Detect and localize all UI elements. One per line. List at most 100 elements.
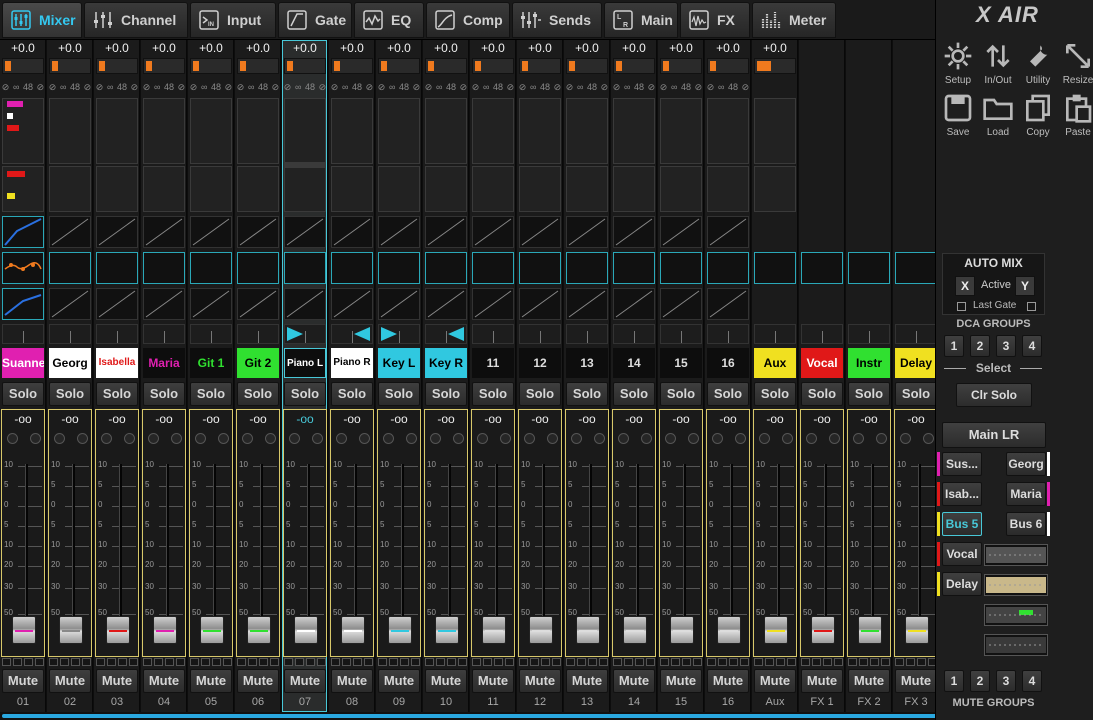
fader-area[interactable]: -oo 10 5 0 5 10 20 30 50	[1, 409, 45, 657]
insert-fx-box[interactable]	[378, 98, 420, 164]
fader-area[interactable]: -oo 10 5 0 5 10 20 30 50	[894, 409, 938, 657]
eq-graph[interactable]	[754, 252, 796, 284]
gain-value[interactable]: +0.0	[565, 40, 609, 56]
phase-icon[interactable]: ⊘	[378, 82, 386, 93]
fader-knob[interactable]	[341, 616, 365, 644]
link-icon[interactable]: ∞	[671, 82, 677, 92]
pan-control[interactable]	[331, 324, 373, 344]
channel-name[interactable]: Key L	[378, 348, 420, 378]
gate-graph[interactable]	[284, 216, 326, 248]
phantom-48v[interactable]: 48	[164, 82, 174, 92]
pan-control[interactable]	[613, 324, 655, 344]
fader-knob[interactable]	[717, 616, 741, 644]
fader-knob[interactable]	[106, 616, 130, 644]
channel-name[interactable]: 14	[613, 348, 655, 378]
fader-area[interactable]: -oo 10 5 0 5 10 20 30 50	[48, 409, 92, 657]
channel-name[interactable]: Git 2	[237, 348, 279, 378]
fader-knob[interactable]	[200, 616, 224, 644]
phantom-48v[interactable]: 48	[446, 82, 456, 92]
gain-value[interactable]: +0.0	[142, 40, 186, 56]
link-icon[interactable]: ∞	[154, 82, 160, 92]
comp-graph[interactable]	[331, 288, 373, 320]
eq-graph[interactable]	[143, 252, 185, 284]
link-icon[interactable]: ∞	[577, 82, 583, 92]
gain-value[interactable]: +0.0	[753, 40, 797, 56]
bus-send-box[interactable]	[190, 166, 232, 212]
fader-knob[interactable]	[153, 616, 177, 644]
phase-icon[interactable]: ⊘	[425, 82, 433, 93]
eq-graph[interactable]	[237, 252, 279, 284]
gain-value[interactable]: +0.0	[612, 40, 656, 56]
link-icon[interactable]: ∞	[248, 82, 254, 92]
eq-graph[interactable]	[801, 252, 843, 284]
fader-area[interactable]: -oo 10 5 0 5 10 20 30 50	[142, 409, 186, 657]
fader-area[interactable]: -oo 10 5 0 5 10 20 30 50	[659, 409, 703, 657]
phase-icon[interactable]: ⊘	[566, 82, 574, 93]
phase-icon[interactable]: ⊘	[284, 82, 292, 93]
eq-graph[interactable]	[284, 252, 326, 284]
fader-area[interactable]: -oo 10 5 0 5 10 20 30 50	[424, 409, 468, 657]
channel-name[interactable]: 13	[566, 348, 608, 378]
channel-name[interactable]: Vocal	[801, 348, 843, 378]
solo-button[interactable]: Solo	[472, 382, 514, 406]
last-gate-checkbox-left[interactable]	[957, 302, 966, 311]
comp-graph[interactable]	[2, 288, 44, 320]
pan-control[interactable]	[143, 324, 185, 344]
channel-name[interactable]: Piano L	[284, 348, 326, 378]
solo-button[interactable]: Solo	[2, 382, 44, 406]
pan-control[interactable]	[801, 324, 843, 344]
link-icon[interactable]: ∞	[483, 82, 489, 92]
tab-main[interactable]: L R Main	[604, 2, 678, 38]
eq-graph[interactable]	[660, 252, 702, 284]
bus-send-box[interactable]	[425, 166, 467, 212]
gain-value[interactable]: +0.0	[706, 40, 750, 56]
fader-knob[interactable]	[670, 616, 694, 644]
mute-group-button-2[interactable]: 2	[970, 670, 990, 692]
channel-name[interactable]: Instr	[848, 348, 890, 378]
fader-knob[interactable]	[905, 616, 929, 644]
eq-preset-thumbnail[interactable]	[984, 544, 1048, 566]
mute-button[interactable]: Mute	[143, 669, 185, 693]
gain-value[interactable]: +0.0	[95, 40, 139, 56]
mute-button[interactable]: Mute	[284, 669, 326, 693]
tool-utility[interactable]: Utility	[1018, 38, 1058, 88]
channel-name[interactable]: Git 1	[190, 348, 232, 378]
fader-knob[interactable]	[623, 616, 647, 644]
solo-button[interactable]: Solo	[425, 382, 467, 406]
tab-gate[interactable]: Gate	[278, 2, 352, 38]
pan-control[interactable]	[566, 324, 608, 344]
comp-graph[interactable]	[190, 288, 232, 320]
pan-control[interactable]	[2, 324, 44, 344]
group-button-delay[interactable]: Delay	[942, 572, 982, 596]
gate-graph[interactable]	[519, 216, 561, 248]
bus-send-box[interactable]	[519, 166, 561, 212]
chorus-unit-thumbnail[interactable]	[984, 634, 1048, 656]
mute-button[interactable]: Mute	[848, 669, 890, 693]
pan-control[interactable]	[660, 324, 702, 344]
channel-name[interactable]: Aux	[754, 348, 796, 378]
tab-comp[interactable]: Comp	[426, 2, 510, 38]
phase-icon[interactable]: ⊘	[143, 82, 151, 93]
delay-unit-thumbnail[interactable]	[984, 604, 1048, 626]
gate-graph[interactable]	[472, 216, 514, 248]
eq-graph[interactable]	[613, 252, 655, 284]
insert-fx-box[interactable]	[190, 98, 232, 164]
pan-control[interactable]	[96, 324, 138, 344]
solo-button[interactable]: Solo	[284, 382, 326, 406]
dca-button-1[interactable]: 1	[944, 335, 964, 357]
fader-area[interactable]: -oo 10 5 0 5 10 20 30 50	[189, 409, 233, 657]
bus-send-box[interactable]	[49, 166, 91, 212]
insert-fx-box[interactable]	[472, 98, 514, 164]
channel-name[interactable]: Delay	[895, 348, 937, 378]
insert-fx-box[interactable]	[2, 98, 44, 164]
insert-fx-box[interactable]	[237, 98, 279, 164]
gain-value[interactable]: +0.0	[518, 40, 562, 56]
dca-button-4[interactable]: 4	[1022, 335, 1042, 357]
phantom-48v[interactable]: 48	[211, 82, 221, 92]
gate-graph[interactable]	[378, 216, 420, 248]
fader-knob[interactable]	[247, 616, 271, 644]
phantom-48v[interactable]: 48	[70, 82, 80, 92]
channel-name[interactable]: Key R	[425, 348, 467, 378]
mute-button[interactable]: Mute	[237, 669, 279, 693]
fader-area[interactable]: -oo 10 5 0 5 10 20 30 50	[565, 409, 609, 657]
